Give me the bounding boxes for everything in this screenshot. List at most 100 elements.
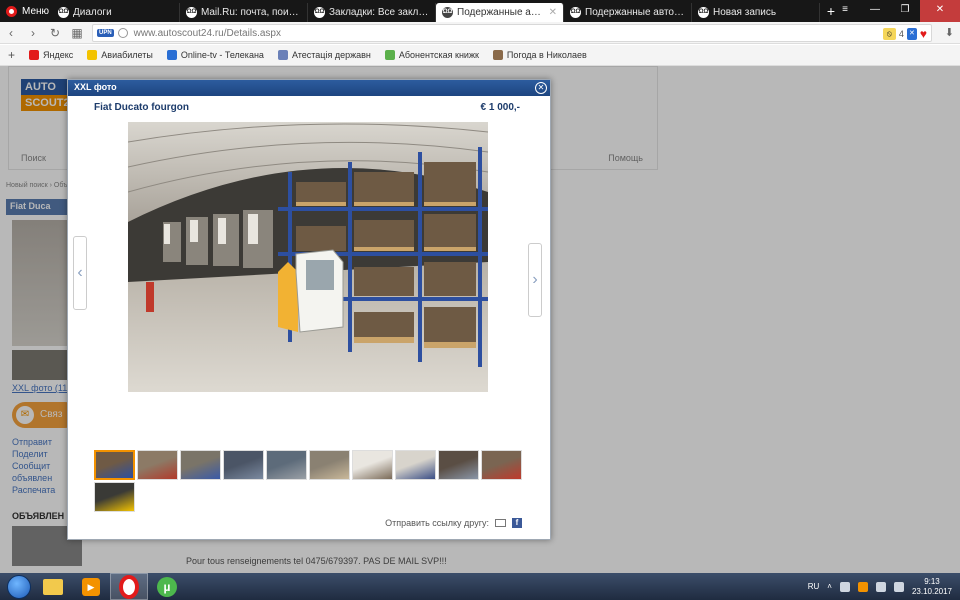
taskbar-explorer[interactable] <box>34 573 72 600</box>
tab-favicon-icon: ΩΩ <box>698 7 709 18</box>
download-icon[interactable]: ⬇ <box>945 26 954 39</box>
share-label: Отправить ссылку другу: <box>385 518 489 528</box>
modal-header: XXL фото <box>68 80 550 96</box>
clock-date: 23.10.2017 <box>911 586 952 596</box>
opera-menu-button[interactable]: Меню <box>0 0 52 22</box>
tab-title: Новая запись <box>713 7 777 18</box>
bookmark-favicon-icon <box>384 50 395 60</box>
bookmark-label: Авиабилеты <box>101 50 153 60</box>
forward-icon[interactable]: › <box>22 26 44 40</box>
bookmark-favicon-icon <box>492 50 503 60</box>
network-icon[interactable] <box>875 581 886 592</box>
photo-thumbnail[interactable] <box>137 450 178 480</box>
photo-thumbnail[interactable] <box>395 450 436 480</box>
menu-label: Меню <box>22 5 50 17</box>
photo-thumbnail[interactable] <box>352 450 393 480</box>
bookmark-heart-icon[interactable]: ♥ <box>920 27 927 41</box>
browser-tab[interactable]: ΩΩ Закладки: Все закладки <box>308 3 436 22</box>
system-tray: RU ˄ 9:13 23.10.2017 <box>808 573 952 600</box>
tray-expand-icon[interactable]: ˄ <box>827 582 832 591</box>
url-field[interactable]: UPN www.autoscout24.ru/Details.aspx ⦸ 4 … <box>92 24 932 42</box>
bookmark-item[interactable]: Погода в Николаев <box>492 50 587 60</box>
bookmark-label: Атестація державн <box>291 50 371 60</box>
browser-tab[interactable]: ΩΩ Подержанные автомоби <box>564 3 692 22</box>
media-player-icon: ▶ <box>82 577 100 596</box>
tab-favicon-icon: ΩΩ <box>442 7 453 18</box>
browser-tab[interactable]: ΩΩ Подержанные автомоби ✕ <box>436 3 564 22</box>
add-bookmark-icon[interactable]: + <box>8 48 15 62</box>
chevron-left-icon[interactable]: ‹ <box>73 236 87 310</box>
tab-title: Закладки: Все закладки <box>329 7 429 18</box>
browser-tab[interactable]: ΩΩ Диалоги <box>52 3 180 22</box>
address-bar: ‹ › ↻ ▦ UPN www.autoscout24.ru/Details.a… <box>0 22 960 44</box>
adblock-icon[interactable]: ⦸ <box>882 28 896 40</box>
bookmark-favicon-icon <box>166 50 177 60</box>
bookmark-item[interactable]: Абонентская книжк <box>384 50 479 60</box>
bookmark-item[interactable]: Атестація державн <box>277 50 371 60</box>
volume-icon[interactable] <box>893 581 904 592</box>
car-price: € 1 000,- <box>480 102 520 113</box>
tab-title: Диалоги <box>73 7 112 18</box>
back-icon[interactable]: ‹ <box>0 26 22 40</box>
bookmark-favicon-icon <box>29 50 40 60</box>
reload-icon[interactable]: ↻ <box>44 26 66 40</box>
minimize-icon[interactable]: — <box>860 0 890 22</box>
tray-app-icon[interactable] <box>839 581 850 592</box>
close-icon[interactable]: ✕ <box>535 82 547 94</box>
window-controls: ≡ — ❐ ✕ <box>830 0 960 22</box>
tray-avast-icon[interactable] <box>857 581 868 592</box>
share-row: Отправить ссылку другу: f <box>385 518 522 528</box>
upn-badge[interactable]: UPN <box>97 29 114 37</box>
photo-thumbnail[interactable] <box>94 450 135 480</box>
photo-thumbnail[interactable] <box>223 450 264 480</box>
windows-taskbar: ▶ µ RU ˄ 9:13 23.10.2017 <box>0 573 960 600</box>
shield-icon[interactable]: ✕ <box>906 28 917 40</box>
taskbar-utorrent[interactable]: µ <box>148 573 186 600</box>
tab-title: Mail.Ru: почта, поиск в и <box>201 7 301 18</box>
taskbar-media-player[interactable]: ▶ <box>72 573 110 600</box>
photo-thumbnail[interactable] <box>94 482 135 512</box>
browser-tab[interactable]: ΩΩ Mail.Ru: почта, поиск в и <box>180 3 308 22</box>
photo-thumbnail[interactable] <box>481 450 522 480</box>
car-title: Fiat Ducato fourgon <box>94 102 189 113</box>
speed-dial-icon[interactable]: ▦ <box>66 26 88 40</box>
start-button[interactable] <box>4 574 34 600</box>
windows-logo-icon <box>7 574 31 599</box>
chevron-right-icon[interactable]: › <box>528 243 542 317</box>
photo-thumbnail[interactable] <box>266 450 307 480</box>
bookmark-label: Online-tv - Телекана <box>180 50 264 60</box>
tab-menu-icon[interactable]: ≡ <box>830 0 860 22</box>
tab-title: Подержанные автомоби <box>457 7 545 18</box>
globe-icon <box>117 28 128 38</box>
photo-thumbnail[interactable] <box>180 450 221 480</box>
tab-favicon-icon: ΩΩ <box>570 7 581 18</box>
close-window-icon[interactable]: ✕ <box>920 0 960 22</box>
close-tab-icon[interactable]: ✕ <box>549 7 557 18</box>
bookmark-favicon-icon <box>87 50 98 60</box>
tab-favicon-icon: ΩΩ <box>186 7 197 18</box>
modal-title: XXL фото <box>74 82 117 92</box>
opera-logo-icon <box>119 574 139 599</box>
photo-thumbnail[interactable] <box>438 450 479 480</box>
warehouse-photo <box>128 122 488 392</box>
language-indicator[interactable]: RU <box>808 582 820 591</box>
mail-icon[interactable] <box>495 519 506 527</box>
main-photo[interactable] <box>128 122 488 392</box>
facebook-icon[interactable]: f <box>512 518 522 528</box>
bookmark-label: Абонентская книжк <box>398 50 479 60</box>
maximize-icon[interactable]: ❐ <box>890 0 920 22</box>
bookmarks-bar: + Яндекс Авиабилеты Online-tv - Телекана Ат… <box>0 45 960 66</box>
opera-logo-icon <box>6 5 17 17</box>
clock[interactable]: 9:13 23.10.2017 <box>912 577 952 597</box>
browser-tab-bar: Меню ΩΩ Диалоги ΩΩ Mail.Ru: почта, поиск в … <box>0 0 960 22</box>
url-text[interactable]: www.autoscout24.ru/Details.aspx <box>134 28 281 39</box>
taskbar-opera[interactable] <box>110 573 148 600</box>
bookmark-item[interactable]: Авиабилеты <box>87 50 153 60</box>
bookmark-item[interactable]: Online-tv - Телекана <box>166 50 264 60</box>
bookmark-item[interactable]: Яндекс <box>29 50 73 60</box>
tab-favicon-icon: ΩΩ <box>58 7 69 18</box>
browser-tab[interactable]: ΩΩ Новая запись <box>692 3 820 22</box>
utorrent-icon: µ <box>157 576 177 597</box>
photo-thumbnail[interactable] <box>309 450 350 480</box>
clock-time: 9:13 <box>924 576 940 586</box>
